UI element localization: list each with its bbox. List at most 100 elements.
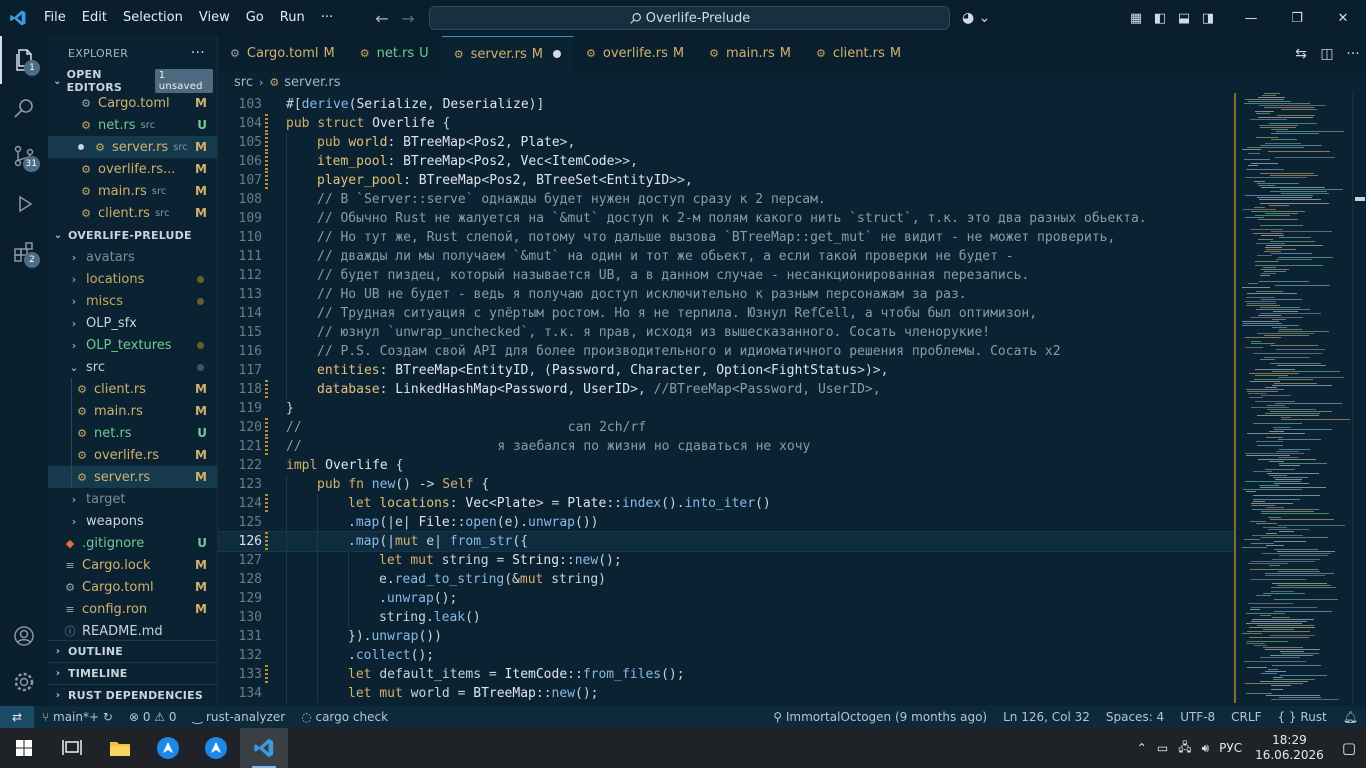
- editor-tab[interactable]: ⚙ Cargo.toml M: [218, 36, 348, 71]
- accounts-icon[interactable]: [0, 612, 48, 660]
- run-debug-activity-icon[interactable]: [0, 180, 48, 228]
- task-view-icon[interactable]: [48, 728, 96, 768]
- input-language[interactable]: РУС: [1214, 741, 1247, 755]
- file-item[interactable]: ⚙ client.rs M: [48, 378, 217, 400]
- encoding-status[interactable]: UTF-8: [1172, 710, 1223, 724]
- cargo-check-status[interactable]: ◌ cargo check: [293, 710, 396, 724]
- indentation-status[interactable]: Spaces: 4: [1098, 710, 1172, 724]
- open-editor-item[interactable]: ⚙ server.rs src M: [48, 136, 217, 158]
- timeline-section[interactable]: › TIMELINE: [48, 662, 217, 684]
- notifications-icon[interactable]: 🔔︎: [1335, 710, 1366, 724]
- code-line[interactable]: 114 // Трудная ситуация с упёртым ростом.…: [218, 304, 1234, 323]
- folder-item[interactable]: › avatars: [48, 246, 217, 268]
- more-actions-icon[interactable]: ···: [191, 45, 205, 61]
- file-item[interactable]: ⚙ net.rs U: [48, 422, 217, 444]
- open-editor-item[interactable]: ⚙ client.rs src M: [48, 202, 217, 224]
- code-line[interactable]: 124 let locations: Vec<Plate> = Plate::in…: [218, 494, 1234, 513]
- open-editor-item[interactable]: ⚙ Cargo.toml M: [48, 92, 217, 114]
- minimap[interactable]: [1234, 93, 1352, 706]
- folder-item[interactable]: ⌄ src: [48, 356, 217, 378]
- folder-item[interactable]: › weapons: [48, 510, 217, 532]
- code-line[interactable]: 133 let default_items = ItemCode::from_fi…: [218, 665, 1234, 684]
- editor-tab[interactable]: ⚙ client.rs M: [804, 36, 915, 71]
- copilot-icon[interactable]: ◕ ⌄: [962, 10, 990, 26]
- code-line[interactable]: 117 entities: BTreeMap<EntityID, (Passwor…: [218, 361, 1234, 380]
- source-control-activity-icon[interactable]: 31: [0, 132, 48, 180]
- vscode-taskbar-icon[interactable]: [240, 728, 288, 768]
- code-line[interactable]: 107 player_pool: BTreeMap<Pos2, BTreeSet<…: [218, 171, 1234, 190]
- customize-layout-icon[interactable]: ▦: [1124, 0, 1148, 36]
- thorium-browser-icon[interactable]: [144, 728, 192, 768]
- folder-item[interactable]: › OLP_sfx: [48, 312, 217, 334]
- folder-item[interactable]: › target: [48, 488, 217, 510]
- explorer-activity-icon[interactable]: 1: [0, 36, 48, 84]
- code-line[interactable]: 130 string.leak(): [218, 608, 1234, 627]
- file-item[interactable]: ⚙ Cargo.toml M: [48, 576, 217, 598]
- extensions-activity-icon[interactable]: 2: [0, 228, 48, 276]
- code-line[interactable]: 132 .collect();: [218, 646, 1234, 665]
- open-editor-item[interactable]: ⚙ overlife.rs... M: [48, 158, 217, 180]
- minimize-icon[interactable]: —: [1228, 0, 1274, 36]
- outline-section[interactable]: › OUTLINE: [48, 640, 217, 662]
- file-item[interactable]: ◆ .gitignore U: [48, 532, 217, 554]
- code-line[interactable]: 116 // P.S. Создам свой API для более про…: [218, 342, 1234, 361]
- file-item[interactable]: ⚙ overlife.rs M: [48, 444, 217, 466]
- code-line[interactable]: 115 // юзнул `unwrap_unchecked`, т.к. я п…: [218, 323, 1234, 342]
- rust-dependencies-section[interactable]: › RUST DEPENDENCIES: [48, 684, 217, 706]
- breadcrumb-file[interactable]: server.rs: [284, 75, 340, 90]
- clock[interactable]: 18:29 16.06.2026: [1247, 733, 1332, 763]
- menu-item[interactable]: View: [191, 0, 238, 36]
- code-line[interactable]: 110 // Но тут же, Rust слепой, потому что…: [218, 228, 1234, 247]
- menu-item[interactable]: Run: [272, 0, 313, 36]
- notification-center-icon[interactable]: ▢: [1332, 739, 1366, 757]
- cursor-position[interactable]: Ln 126, Col 32: [995, 710, 1098, 724]
- editor-tab[interactable]: ⚙ main.rs M: [697, 36, 804, 71]
- open-editor-item[interactable]: ⚙ net.rs src U: [48, 114, 217, 136]
- restore-icon[interactable]: ❐: [1274, 0, 1320, 36]
- menu-item[interactable]: Edit: [74, 0, 115, 36]
- battery-icon[interactable]: ▭: [1152, 741, 1173, 755]
- code-line[interactable]: 112 // будет пиздец, который называется U…: [218, 266, 1234, 285]
- windows-start-icon[interactable]: [0, 728, 48, 768]
- code-line[interactable]: 125 .map(|e| File::open(e).unwrap()): [218, 513, 1234, 532]
- open-editors-section[interactable]: ⌄ OPEN EDITORS 1 unsaved: [48, 68, 217, 94]
- menu-item[interactable]: ···: [313, 0, 341, 36]
- problems-status[interactable]: ⊗ 0 ⚠ 0: [121, 710, 185, 724]
- code-line[interactable]: 103 #[derive(Serialize, Deserialize)]: [218, 95, 1234, 114]
- code-line[interactable]: 108 // В `Server::serve` однажды будет ну…: [218, 190, 1234, 209]
- scrollbar-thumb[interactable]: [1355, 197, 1365, 201]
- network-icon[interactable]: 🖧︎: [1173, 738, 1196, 759]
- code-line[interactable]: 126 .map(|mut e| from_str({: [218, 531, 1234, 552]
- volume-icon[interactable]: 🔊︎: [1197, 741, 1215, 756]
- code-line[interactable]: 127 let mut string = String::new();: [218, 551, 1234, 570]
- forward-arrow-icon[interactable]: →: [395, 9, 421, 28]
- more-tab-actions-icon[interactable]: ···: [1340, 46, 1366, 62]
- language-status[interactable]: { } Rust: [1269, 710, 1334, 724]
- file-item[interactable]: ⚙ server.rs M: [48, 466, 217, 488]
- code-line[interactable]: 113 // Но UB не будет - ведь я получаю до…: [218, 285, 1234, 304]
- search-activity-icon[interactable]: [0, 84, 48, 132]
- project-section[interactable]: ⌄ OVERLIFE-PRELUDE: [48, 224, 217, 246]
- code-line[interactable]: 131}).unwrap()): [218, 627, 1234, 646]
- split-editor-icon[interactable]: ◫: [1314, 46, 1340, 62]
- editor-tab[interactable]: ⚙ overlife.rs M: [574, 36, 698, 71]
- code-line[interactable]: 134 let mut world = BTreeMap::new();: [218, 684, 1234, 703]
- editor-tab[interactable]: ⚙ net.rs U: [348, 36, 442, 71]
- file-item[interactable]: ≡ config.ron M: [48, 598, 217, 620]
- code-line[interactable]: 105 pub world: BTreeMap<Pos2, Plate>,: [218, 133, 1234, 152]
- folder-item[interactable]: › OLP_textures: [48, 334, 217, 356]
- settings-gear-icon[interactable]: [0, 658, 48, 706]
- file-item[interactable]: ⚙ main.rs M: [48, 400, 217, 422]
- code-line[interactable]: 123 pub fn new() -> Self {: [218, 475, 1234, 494]
- code-line[interactable]: 109 // Обычно Rust не жалуется на `&mut` …: [218, 209, 1234, 228]
- command-center[interactable]: Overlife-Prelude: [429, 6, 950, 30]
- code-line[interactable]: 104 pub struct Overlife {: [218, 114, 1234, 133]
- editor-tab[interactable]: ⚙ server.rs M: [441, 36, 574, 71]
- file-explorer-app-icon[interactable]: [96, 728, 144, 768]
- menu-item[interactable]: Selection: [115, 0, 191, 36]
- code-line[interactable]: 118 database: LinkedHashMap<Password, Use…: [218, 380, 1234, 399]
- open-editor-item[interactable]: ⚙ main.rs src M: [48, 180, 217, 202]
- close-window-icon[interactable]: ✕: [1320, 0, 1366, 36]
- folder-item[interactable]: › miscs: [48, 290, 217, 312]
- vertical-scrollbar[interactable]: [1352, 93, 1366, 706]
